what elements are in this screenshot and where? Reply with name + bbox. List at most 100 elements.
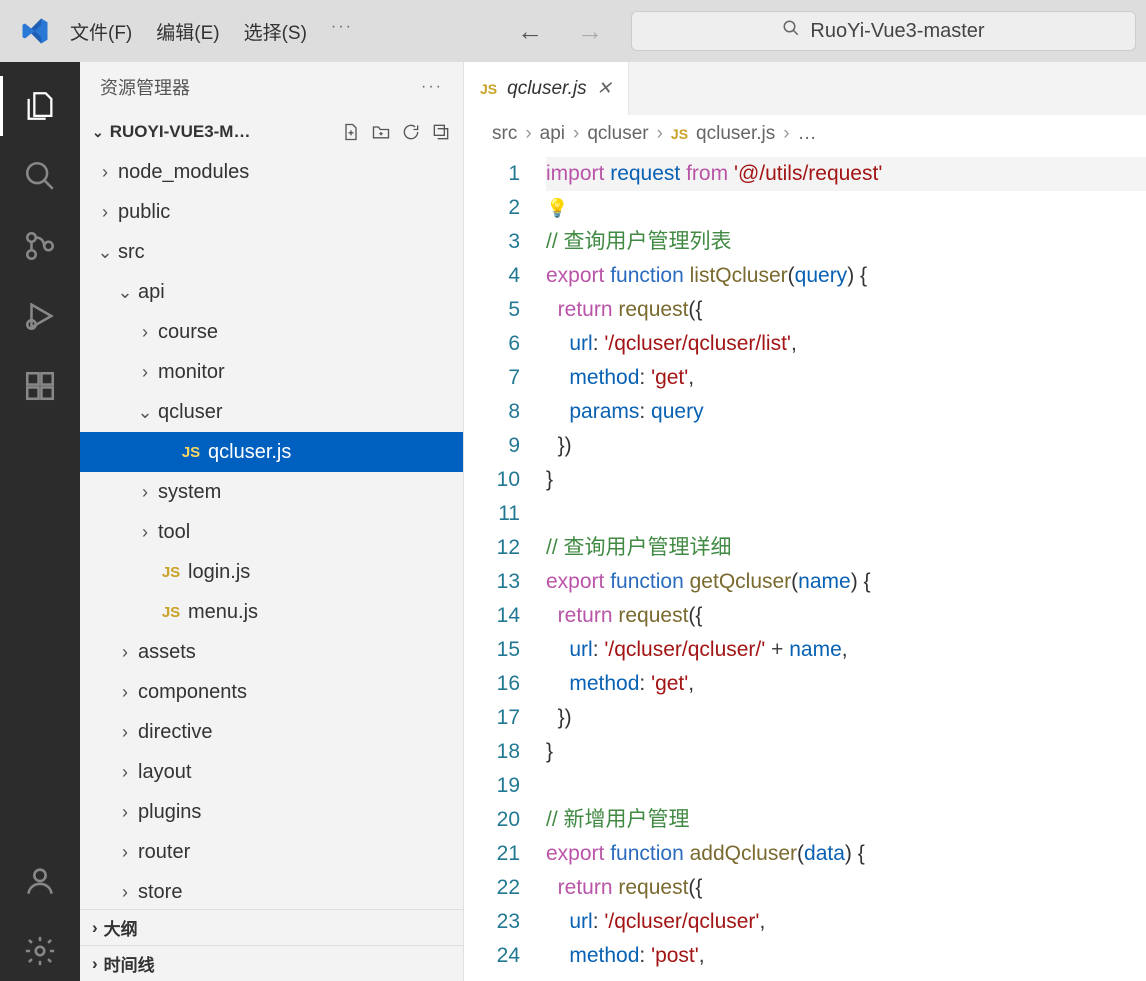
activity-explorer-icon[interactable] <box>10 76 70 136</box>
tree-item-label: api <box>138 281 165 304</box>
tree-item-label: course <box>158 321 218 344</box>
collapse-all-icon[interactable] <box>431 122 451 142</box>
search-text: RuoYi-Vue3-master <box>810 20 984 43</box>
js-file-icon: JS <box>671 126 688 142</box>
folder-row[interactable]: ›plugins <box>80 792 463 832</box>
tree-item-label: menu.js <box>188 601 258 624</box>
tree-item-label: public <box>118 201 170 224</box>
refresh-icon[interactable] <box>401 122 421 142</box>
activity-extensions-icon[interactable] <box>10 356 70 416</box>
chevron-down-icon: ⌄ <box>92 124 104 141</box>
tree-item-label: layout <box>138 761 191 784</box>
new-file-icon[interactable] <box>341 122 361 142</box>
folder-row[interactable]: ⌄src <box>80 232 463 272</box>
chevron-down-icon: ⌄ <box>136 402 154 423</box>
activity-account-icon[interactable] <box>10 851 70 911</box>
folder-row[interactable]: ›system <box>80 472 463 512</box>
tree-item-label: plugins <box>138 801 201 824</box>
menu-file[interactable]: 文件(F) <box>68 14 134 49</box>
breadcrumb[interactable]: src› api› qcluser› JS qcluser.js› … <box>464 115 1146 153</box>
chevron-right-icon: › <box>116 802 134 823</box>
folder-row[interactable]: ›store <box>80 872 463 909</box>
lightbulb-icon[interactable]: 💡 <box>546 198 568 218</box>
folder-row[interactable]: ›node_modules <box>80 152 463 192</box>
command-center-search[interactable]: RuoYi-Vue3-master <box>631 11 1136 51</box>
chevron-right-icon: › <box>116 882 134 903</box>
close-icon[interactable]: ✕ <box>597 78 612 99</box>
js-file-icon: JS <box>480 81 497 97</box>
folder-row[interactable]: ›course <box>80 312 463 352</box>
chevron-right-icon: › <box>116 682 134 703</box>
new-folder-icon[interactable] <box>371 122 391 142</box>
tree-item-label: tool <box>158 521 190 544</box>
project-name: RUOYI-VUE3-M… <box>110 122 251 142</box>
file-row[interactable]: JSmenu.js <box>80 592 463 632</box>
folder-row[interactable]: ›monitor <box>80 352 463 392</box>
folder-row[interactable]: ›router <box>80 832 463 872</box>
menu-more-icon[interactable]: ··· <box>329 14 355 49</box>
folder-row[interactable]: ›tool <box>80 512 463 552</box>
folder-row[interactable]: ›assets <box>80 632 463 672</box>
title-bar: 文件(F) 编辑(E) 选择(S) ··· ← → RuoYi-Vue3-mas… <box>0 0 1146 62</box>
chevron-right-icon: › <box>136 482 154 503</box>
chevron-right-icon: › <box>136 322 154 343</box>
project-header[interactable]: ⌄ RUOYI-VUE3-M… <box>80 112 463 152</box>
js-file-icon: JS <box>180 444 202 461</box>
tree-item-label: login.js <box>188 561 250 584</box>
line-gutter: 123456789101112131415161718192021222324 <box>464 153 546 981</box>
chevron-right-icon: › <box>96 202 114 223</box>
nav-arrows: ← → <box>509 14 611 49</box>
explorer-header: 资源管理器 ··· <box>80 62 463 112</box>
code-editor[interactable]: 123456789101112131415161718192021222324 … <box>464 153 1146 981</box>
timeline-section[interactable]: › 时间线 <box>80 945 463 981</box>
folder-row[interactable]: ›layout <box>80 752 463 792</box>
tab-qcluser-js[interactable]: JS qcluser.js ✕ <box>464 62 629 115</box>
menu-select[interactable]: 选择(S) <box>242 14 309 49</box>
vscode-logo <box>20 16 50 46</box>
chevron-right-icon: › <box>136 522 154 543</box>
folder-row[interactable]: ⌄api <box>80 272 463 312</box>
activity-bar <box>0 62 80 981</box>
file-row[interactable]: JS qcluser.js <box>80 432 463 472</box>
explorer-sidebar: 资源管理器 ··· ⌄ RUOYI-VUE3-M… ›node_modules›… <box>80 62 464 981</box>
tree-item-label: store <box>138 881 182 904</box>
tree-item-label: monitor <box>158 361 225 384</box>
tree-item-label: assets <box>138 641 196 664</box>
tree-item-label: router <box>138 841 190 864</box>
tab-label: qcluser.js <box>507 78 587 100</box>
chevron-right-icon: › <box>92 954 98 974</box>
folder-row[interactable]: ›directive <box>80 712 463 752</box>
editor-area: JS qcluser.js ✕ src› api› qcluser› JS qc… <box>464 62 1146 981</box>
code-body[interactable]: import request from '@/utils/request'💡 /… <box>546 153 1146 981</box>
tree-item-label: components <box>138 681 247 704</box>
chevron-right-icon: › <box>92 918 98 938</box>
outline-section[interactable]: › 大纲 <box>80 909 463 945</box>
activity-search-icon[interactable] <box>10 146 70 206</box>
chevron-down-icon: ⌄ <box>116 282 134 303</box>
nav-back-icon[interactable]: ← <box>509 14 551 49</box>
tree-item-label: node_modules <box>118 161 249 184</box>
menu-edit[interactable]: 编辑(E) <box>154 14 221 49</box>
workbench: 资源管理器 ··· ⌄ RUOYI-VUE3-M… ›node_modules›… <box>0 62 1146 981</box>
editor-tabs: JS qcluser.js ✕ <box>464 62 1146 115</box>
nav-forward-icon[interactable]: → <box>569 14 611 49</box>
folder-row[interactable]: ⌄qcluser <box>80 392 463 432</box>
tree-item-label: qcluser <box>158 401 222 424</box>
chevron-right-icon: › <box>116 722 134 743</box>
tree-item-label: system <box>158 481 221 504</box>
activity-debug-icon[interactable] <box>10 286 70 346</box>
menu-bar: 文件(F) 编辑(E) 选择(S) ··· <box>68 14 355 49</box>
js-file-icon: JS <box>160 564 182 581</box>
file-tree: ›node_modules›public⌄src⌄api›course›moni… <box>80 152 463 909</box>
chevron-right-icon: › <box>116 842 134 863</box>
folder-row[interactable]: ›components <box>80 672 463 712</box>
tree-item-label: qcluser.js <box>208 441 291 464</box>
activity-scm-icon[interactable] <box>10 216 70 276</box>
explorer-more-icon[interactable]: ··· <box>421 78 443 96</box>
chevron-down-icon: ⌄ <box>96 242 114 263</box>
file-row[interactable]: JS login.js <box>80 552 463 592</box>
folder-row[interactable]: ›public <box>80 192 463 232</box>
chevron-right-icon: › <box>116 762 134 783</box>
activity-settings-icon[interactable] <box>10 921 70 981</box>
chevron-right-icon: › <box>116 642 134 663</box>
